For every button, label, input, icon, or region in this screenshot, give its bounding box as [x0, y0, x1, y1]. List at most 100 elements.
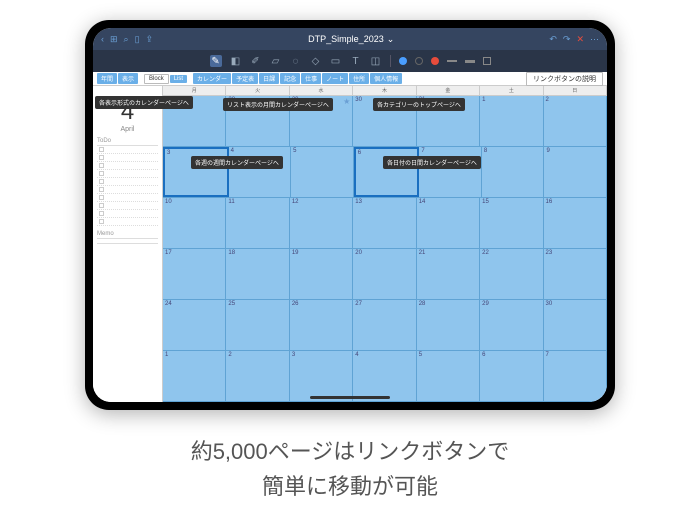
cal-cell[interactable]: 6: [480, 351, 543, 401]
cal-cell[interactable]: 27: [353, 300, 416, 350]
todo-label: ToDo: [97, 137, 158, 146]
tab-year[interactable]: 年間: [97, 73, 117, 84]
caption-line1: 約5,000ページはリンクボタンで: [191, 434, 510, 469]
undo-icon[interactable]: ↶: [549, 34, 557, 45]
color-black[interactable]: [415, 57, 423, 65]
bookmark-icon[interactable]: ▯: [135, 34, 140, 45]
stroke-med[interactable]: [465, 60, 475, 63]
cal-cell[interactable]: 25: [226, 300, 289, 350]
cal-cell[interactable]: 26: [290, 300, 353, 350]
header-mon[interactable]: 月: [163, 86, 226, 96]
lasso-icon[interactable]: ◌: [290, 55, 302, 67]
cal-cell[interactable]: 4: [353, 351, 416, 401]
stroke-thin[interactable]: [447, 60, 457, 62]
todo-list[interactable]: [97, 146, 158, 226]
tab-address[interactable]: 住所: [349, 73, 369, 84]
cal-cell[interactable]: 10: [163, 198, 226, 248]
cal-cell[interactable]: 16: [544, 198, 607, 248]
cal-cell-week-highlight[interactable]: 3: [163, 147, 229, 197]
tab-note[interactable]: ノート: [322, 73, 348, 84]
cal-cell[interactable]: 29: [480, 300, 543, 350]
month-label: April: [97, 126, 158, 133]
cal-cell[interactable]: 30: [544, 300, 607, 350]
cal-cell[interactable]: 2: [544, 96, 607, 146]
highlighter-icon[interactable]: ▱: [270, 55, 282, 67]
close-icon[interactable]: ✕: [576, 34, 584, 45]
link-help-button[interactable]: リンクボタンの説明: [526, 72, 603, 86]
cal-cell[interactable]: 5: [417, 351, 480, 401]
cal-cell[interactable]: 13: [353, 198, 416, 248]
stroke-thick[interactable]: [483, 57, 491, 65]
cal-cell[interactable]: 18: [226, 249, 289, 299]
redo-icon[interactable]: ↷: [563, 34, 571, 45]
cal-cell[interactable]: 21: [417, 249, 480, 299]
header-tue[interactable]: 火: [226, 86, 289, 96]
eraser-icon[interactable]: ◧: [230, 55, 242, 67]
document-title[interactable]: DTP_Simple_2023: [308, 34, 384, 44]
cal-cell[interactable]: 17: [163, 249, 226, 299]
cal-cell[interactable]: 12: [290, 198, 353, 248]
callout-category-top: 各カテゴリーのトップページへ: [373, 98, 465, 111]
cal-cell[interactable]: 23: [544, 249, 607, 299]
tab-personal[interactable]: 個人情報: [370, 73, 402, 84]
tab-schedule[interactable]: 予定表: [232, 73, 258, 84]
cal-cell[interactable]: 19: [290, 249, 353, 299]
header-fri[interactable]: 金: [417, 86, 480, 96]
image-icon[interactable]: ▭: [330, 55, 342, 67]
cal-cell[interactable]: 1: [163, 351, 226, 401]
tab-work[interactable]: 仕事: [301, 73, 321, 84]
calendar-row: 17 18 19 20 21 22 23: [163, 249, 607, 300]
tab-anniversary[interactable]: 記念: [280, 73, 300, 84]
title-dropdown-icon[interactable]: ⌄: [387, 34, 395, 45]
color-blue[interactable]: [399, 57, 407, 65]
text-icon[interactable]: T: [350, 55, 362, 67]
back-icon[interactable]: ‹: [101, 34, 104, 44]
cal-cell[interactable]: 7: [544, 351, 607, 401]
cal-cell[interactable]: 7: [419, 147, 482, 197]
cal-cell[interactable]: 24: [163, 300, 226, 350]
cal-cell[interactable]: 3: [290, 351, 353, 401]
grid-icon[interactable]: ⊞: [110, 34, 118, 45]
cal-cell[interactable]: 1: [480, 96, 543, 146]
star-icon: ★: [343, 97, 350, 106]
calendar-body: ★ 27 28 29 ★ 30 31 1 2 3 4 5 6: [163, 96, 607, 402]
cal-cell[interactable]: 20: [353, 249, 416, 299]
tab-block[interactable]: Block: [144, 74, 169, 84]
tab-row: 年間 表示 Block List カレンダー 予定表 日課 記念 仕事 ノート …: [93, 72, 607, 86]
cal-cell[interactable]: 14: [417, 198, 480, 248]
header-wed[interactable]: 水: [290, 86, 353, 96]
cal-cell[interactable]: 22: [480, 249, 543, 299]
search-icon[interactable]: ⌕: [124, 34, 129, 45]
calendar-row: 1 2 3 4 5 6 7: [163, 351, 607, 402]
cal-cell[interactable]: 5: [291, 147, 354, 197]
tab-routine[interactable]: 日課: [259, 73, 279, 84]
tab-calendar[interactable]: カレンダー: [193, 73, 231, 84]
tab-display[interactable]: 表示: [118, 73, 138, 84]
cal-cell[interactable]: 15: [480, 198, 543, 248]
calendar-header: 月 火 水 木 金 土 日: [163, 86, 607, 96]
home-indicator[interactable]: [310, 396, 390, 399]
ruler-icon[interactable]: ◫: [370, 55, 382, 67]
cal-cell-day-highlight[interactable]: 6: [354, 147, 420, 197]
pencil-icon[interactable]: ✐: [250, 55, 262, 67]
header-sun[interactable]: 日: [544, 86, 607, 96]
cal-cell[interactable]: 2: [226, 351, 289, 401]
tablet-frame: ‹ ⊞ ⌕ ▯ ⇪ DTP_Simple_2023 ⌄ ↶ ↷ ✕ ⋯ ✎ ◧ …: [85, 20, 615, 410]
header-sat[interactable]: 土: [480, 86, 543, 96]
color-red[interactable]: [431, 57, 439, 65]
memo-area[interactable]: [97, 243, 158, 398]
shape-icon[interactable]: ◇: [310, 55, 322, 67]
main-area: 4 April ToDo Memo: [93, 86, 607, 402]
cal-cell[interactable]: 9: [544, 147, 607, 197]
cal-cell[interactable]: 28: [417, 300, 480, 350]
more-icon[interactable]: ⋯: [590, 34, 599, 45]
cal-cell[interactable]: 4: [229, 147, 292, 197]
pen-tool-icon[interactable]: ✎: [210, 55, 222, 67]
cal-cell[interactable]: 8: [482, 147, 545, 197]
callout-month-list: リスト表示の月間カレンダーページへ: [223, 98, 333, 111]
calendar-row: 3 4 5 6 7 8 9: [163, 147, 607, 198]
tab-list[interactable]: List: [170, 75, 187, 83]
header-thu[interactable]: 木: [353, 86, 416, 96]
cal-cell[interactable]: 11: [226, 198, 289, 248]
share-icon[interactable]: ⇪: [146, 34, 154, 45]
